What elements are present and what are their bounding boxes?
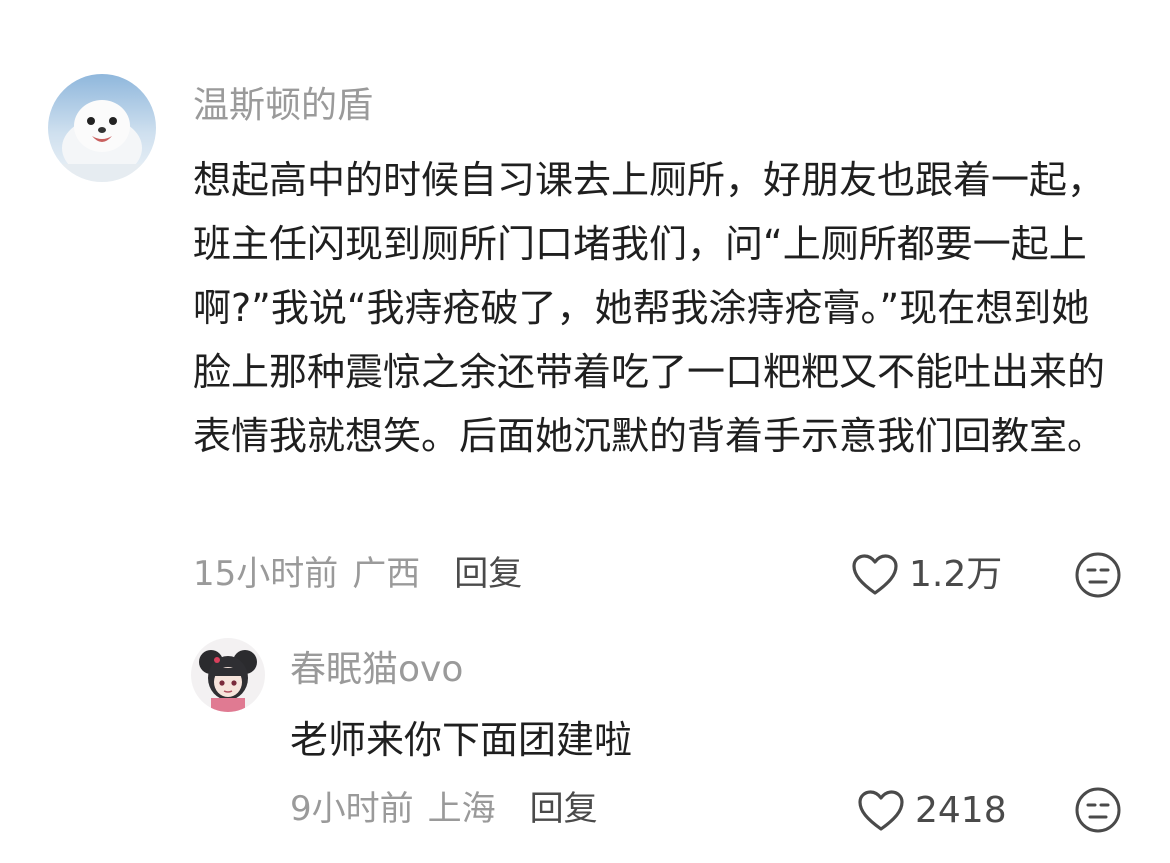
location: 广西 [352,554,421,594]
timestamp: 9小时前 [290,789,414,829]
comment-text: 老师来你下面团建啦 [290,718,633,762]
anime-girl-avatar-icon [191,638,265,712]
meh-face-icon [1075,552,1121,598]
seal-avatar-icon [48,74,156,182]
like-count: 1.2万 [909,554,1003,595]
like-button[interactable]: 2418 [857,788,1007,834]
reply-button[interactable]: 回复 [454,554,522,594]
comment-text: 想起高中的时候自习课去上厕所，好朋友也跟着一起，班主任闪现到厕所门口堵我们，问“… [193,158,1106,458]
location: 上海 [427,789,496,829]
meh-face-icon [1075,787,1121,833]
like-button[interactable]: 1.2万 [851,552,1002,598]
dislike-button[interactable] [1074,551,1122,599]
avatar[interactable] [191,638,265,712]
like-count: 2418 [915,790,1007,831]
heart-outline-icon [858,790,904,831]
username[interactable]: 春眠猫ovo [290,650,463,690]
username[interactable]: 温斯顿的盾 [193,86,373,126]
timestamp: 15小时前 [193,554,339,594]
heart-outline-icon [852,554,898,595]
comment-meta: 9小时前 上海 回复 [290,789,598,829]
comment-meta: 15小时前 广西 回复 [193,554,522,594]
dislike-button[interactable] [1074,786,1122,834]
avatar[interactable] [48,74,156,182]
reply-button[interactable]: 回复 [530,789,598,829]
